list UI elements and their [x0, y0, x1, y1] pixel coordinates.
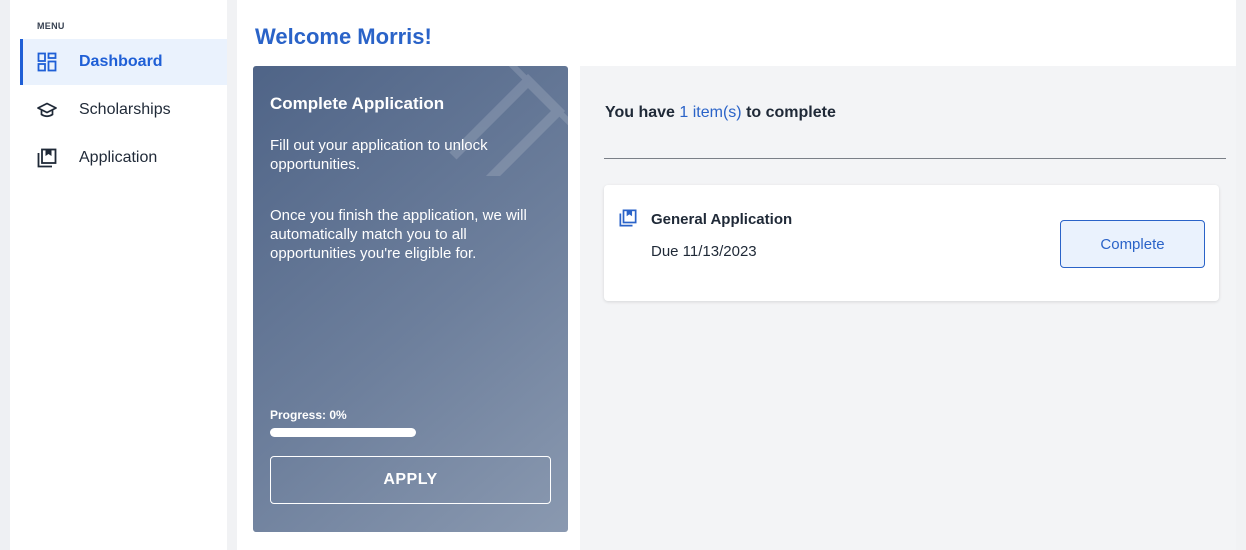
- page-title: Welcome Morris!: [255, 24, 432, 49]
- sidebar-item-label: Dashboard: [79, 53, 163, 70]
- divider: [604, 158, 1226, 159]
- task-card: General Application Due 11/13/2023 Compl…: [604, 185, 1219, 301]
- menu-label: MENU: [37, 21, 65, 31]
- heading-suffix: to complete: [741, 104, 836, 121]
- sidebar-item-application[interactable]: Application: [20, 135, 227, 181]
- items-heading: You have 1 item(s) to complete: [605, 104, 836, 122]
- application-icon: [37, 148, 57, 168]
- sidebar-gutter: [227, 0, 237, 550]
- task-due-date: Due 11/13/2023: [651, 243, 757, 260]
- dashboard-icon: [37, 52, 57, 72]
- left-edge: [0, 0, 10, 550]
- sidebar-item-scholarships[interactable]: Scholarships: [20, 87, 227, 133]
- complete-button[interactable]: Complete: [1060, 220, 1205, 268]
- task-title: General Application: [651, 211, 793, 228]
- promo-description-2: Once you finish the application, we will…: [270, 207, 527, 262]
- sidebar-item-label: Application: [79, 149, 158, 166]
- heading-prefix: You have: [605, 104, 680, 121]
- promo-card: Complete Application Fill out your appli…: [253, 66, 568, 532]
- app-root: MENU Dashboard Scholarships Application …: [0, 0, 1246, 550]
- tasks-panel: [580, 66, 1236, 550]
- sidebar-item-label: Scholarships: [79, 101, 171, 118]
- right-edge: [1236, 0, 1246, 550]
- progress-label: Progress: 0%: [270, 408, 347, 422]
- promo-description: Fill out your application to unlock oppo…: [270, 137, 488, 173]
- progress-bar: [270, 428, 416, 437]
- apply-button[interactable]: APPLY: [270, 456, 551, 504]
- application-icon: [619, 209, 637, 227]
- item-count: 1 item(s): [679, 104, 742, 121]
- promo-title: Complete Application: [270, 94, 445, 113]
- graduation-cap-icon: [37, 100, 57, 120]
- sidebar-item-dashboard[interactable]: Dashboard: [20, 39, 227, 85]
